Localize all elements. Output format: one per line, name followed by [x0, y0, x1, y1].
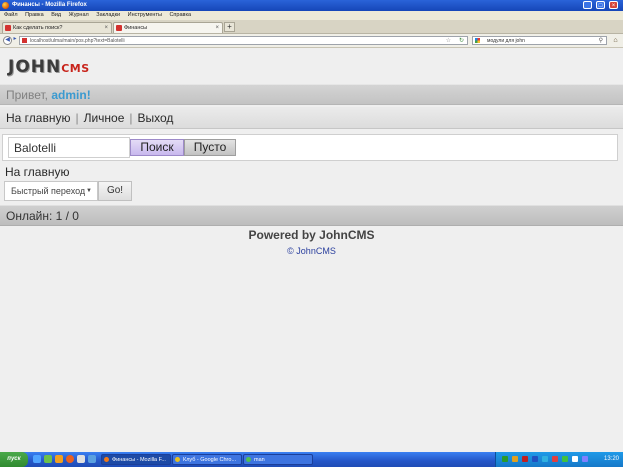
clear-button[interactable]: Пусто [184, 139, 236, 156]
search-engine-text: модули для john [487, 38, 525, 44]
bookmark-star-icon[interactable]: ☆ [446, 37, 451, 45]
maximize-icon[interactable]: □ [596, 1, 605, 9]
media-quicklaunch-icon[interactable] [55, 455, 63, 463]
ie-quicklaunch-icon[interactable] [33, 455, 41, 463]
powered-by-text: Powered by JohnCMS [248, 228, 375, 242]
new-tab-button[interactable]: + [224, 22, 235, 32]
clock: 13:20 [603, 456, 619, 462]
logo-cms-text: CMS [61, 62, 90, 75]
forward-arrow-icon[interactable]: ▸ [12, 36, 18, 45]
firefox-logo-icon [2, 2, 9, 9]
close-tab-icon[interactable]: × [104, 23, 108, 33]
tray-icon[interactable] [512, 456, 518, 462]
home-link[interactable]: На главную [5, 165, 69, 179]
tray-icon[interactable] [552, 456, 558, 462]
site-favicon-icon [116, 25, 122, 31]
app-quicklaunch-icon[interactable] [77, 455, 85, 463]
separator: | [75, 111, 79, 125]
greeting-text: Привет, [6, 88, 49, 102]
tray-icon[interactable] [532, 456, 538, 462]
site-favicon-icon [22, 38, 27, 43]
tray-icon[interactable] [502, 456, 508, 462]
minimize-icon[interactable]: _ [583, 1, 592, 9]
nav-logout-link[interactable]: Выход [138, 111, 174, 125]
online-counter[interactable]: Онлайн: 1 / 0 [0, 205, 623, 226]
johncms-logo[interactable]: JOHNCMS [8, 57, 90, 77]
greeting-bar: Привет, admin! [0, 84, 623, 105]
firefox-quicklaunch-icon[interactable] [66, 455, 74, 463]
tray-icon[interactable] [522, 456, 528, 462]
taskbar-window-firefox[interactable]: Финансы - Mozilla F... [101, 454, 171, 465]
tab-label: Как сделать поиск? [13, 25, 63, 31]
search-icon[interactable]: ⚲ [599, 37, 603, 45]
nav-home-link[interactable]: На главную [6, 111, 70, 125]
taskbar-window-label: man [254, 457, 265, 463]
google-logo-icon [475, 38, 480, 43]
copyright-link[interactable]: © JohnCMS [0, 246, 623, 256]
tray-icon[interactable] [542, 456, 548, 462]
user-nav: На главную | Личное | Выход [0, 107, 623, 129]
nav-personal-link[interactable]: Личное [84, 111, 125, 125]
menu-help[interactable]: Справка [169, 12, 191, 18]
close-tab-icon[interactable]: × [215, 23, 219, 33]
quick-jump-value: Быстрый переход [11, 186, 86, 196]
reload-icon[interactable]: ↻ [459, 37, 464, 45]
close-icon[interactable]: × [609, 1, 618, 9]
volume-icon[interactable] [572, 456, 578, 462]
taskbar-window-label: Клуб - Google Chro... [183, 457, 237, 463]
tray-icon[interactable] [562, 456, 568, 462]
start-button[interactable]: пуск [0, 452, 28, 467]
window-title: Финансы - Mozilla Firefox [12, 2, 87, 8]
menu-tools[interactable]: Инструменты [128, 12, 162, 18]
tab-bar: Как сделать поиск? × Финансы × [0, 20, 623, 34]
separator: | [129, 111, 133, 125]
username-link[interactable]: admin [51, 88, 86, 102]
menu-bar: Файл Правка Вид Журнал Закладки Инструме… [0, 11, 623, 20]
tab-finances[interactable]: Финансы × [113, 22, 223, 33]
tab-search-howto[interactable]: Как сделать поиск? × [2, 22, 112, 33]
go-button[interactable]: Go! [98, 181, 132, 201]
desktop-quicklaunch-icon[interactable] [44, 455, 52, 463]
site-favicon-icon [5, 25, 11, 31]
chevron-down-icon: ▼ [86, 188, 92, 194]
taskbar-window-man[interactable]: man [243, 454, 313, 465]
search-form: Balotelli Поиск Пусто [2, 134, 618, 161]
navigation-bar: ◀ ▸ localhost/ulma/main/pos.php?text=Bal… [0, 34, 623, 48]
browser-search-box[interactable]: модули для john ⚲ [472, 36, 607, 45]
url-text: localhost/ulma/main/pos.php?text=Balotel… [30, 38, 125, 44]
chrome-icon [175, 457, 180, 462]
network-icon[interactable] [582, 456, 588, 462]
greeting-exclamation: ! [86, 88, 91, 102]
home-icon[interactable]: ⌂ [611, 36, 620, 45]
menu-history[interactable]: Журнал [69, 12, 89, 18]
taskbar: пуск Финансы - Mozilla F... Клуб - Googl… [0, 452, 623, 467]
search-button[interactable]: Поиск [130, 139, 184, 156]
window-title-bar: Финансы - Mozilla Firefox _ □ × [0, 0, 623, 11]
app-quicklaunch-icon[interactable] [88, 455, 96, 463]
firefox-icon [104, 457, 109, 462]
menu-view[interactable]: Вид [51, 12, 61, 18]
menu-file[interactable]: Файл [4, 12, 18, 18]
address-bar[interactable]: localhost/ulma/main/pos.php?text=Balotel… [19, 36, 468, 45]
search-input[interactable]: Balotelli [8, 137, 130, 158]
taskbar-window-label: Финансы - Mozilla F... [112, 457, 166, 463]
tab-label: Финансы [124, 25, 148, 31]
menu-bookmarks[interactable]: Закладки [96, 12, 120, 18]
folder-icon [246, 457, 251, 462]
taskbar-window-chrome[interactable]: Клуб - Google Chro... [172, 454, 242, 465]
system-tray: 13:20 [495, 452, 623, 467]
quick-jump-select[interactable]: Быстрый переход ▼ [4, 181, 98, 201]
back-arrow-icon[interactable]: ◀ [3, 36, 12, 45]
menu-edit[interactable]: Правка [25, 12, 44, 18]
logo-john-text: JOHN [8, 57, 62, 77]
